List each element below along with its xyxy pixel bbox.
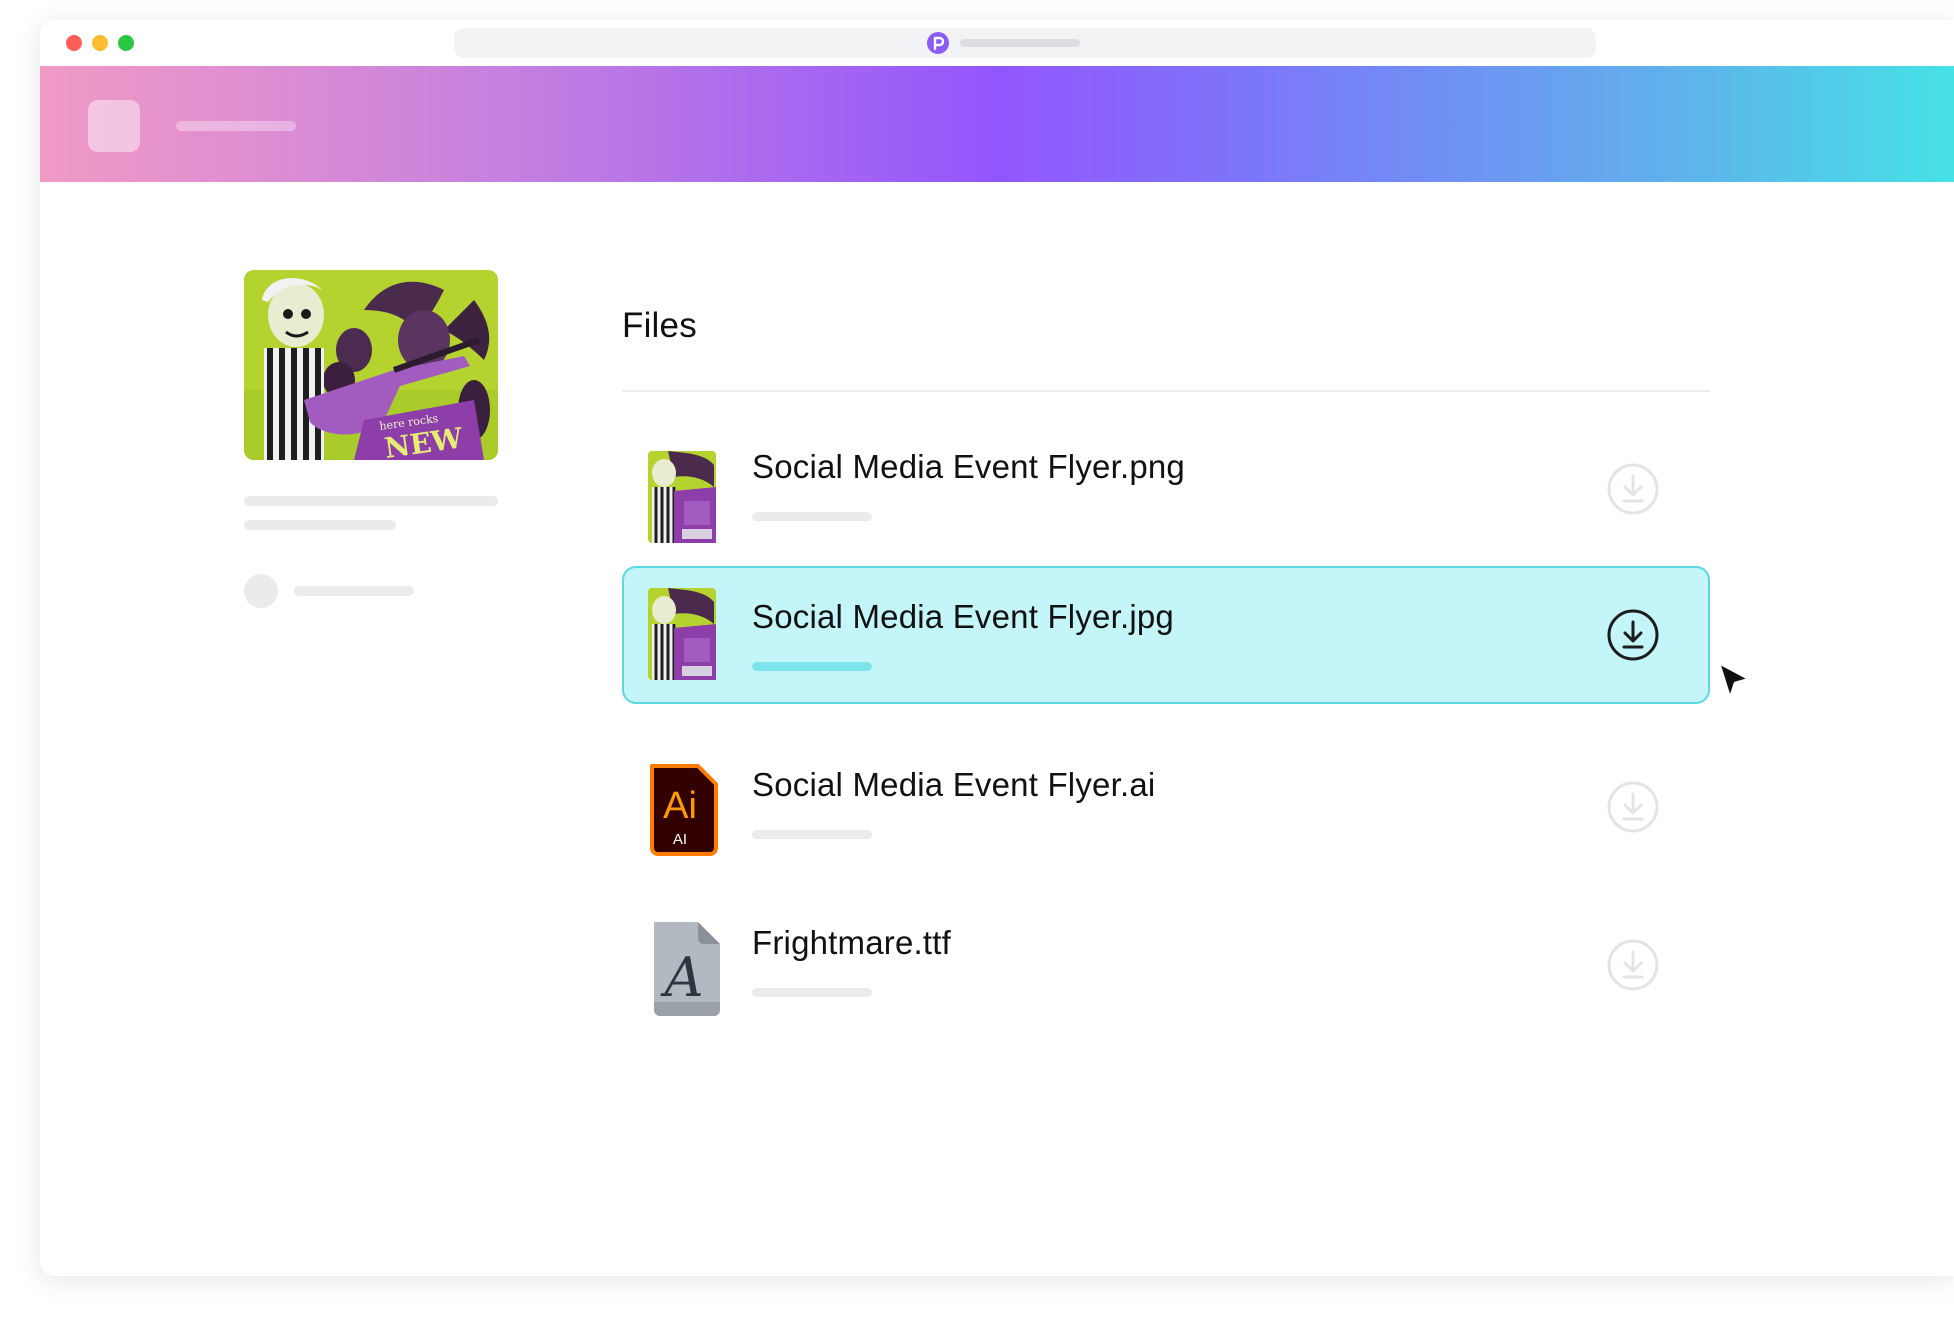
download-icon: [1607, 609, 1659, 661]
avatar[interactable]: [244, 574, 278, 608]
file-row-ai[interactable]: Ai AI Social Media Event Flyer.ai: [622, 736, 1710, 874]
image-thumbnail-icon: [644, 584, 720, 684]
download-icon: [1607, 781, 1659, 833]
browser-chrome: [40, 20, 1954, 66]
asset-subtitle-placeholder: [244, 520, 396, 530]
close-window-button[interactable]: [66, 35, 82, 51]
author-name-placeholder: [294, 586, 414, 596]
maximize-window-button[interactable]: [118, 35, 134, 51]
browser-window: here rocks NEW Files Social Media Event …: [40, 20, 1954, 1276]
url-placeholder: [960, 39, 1080, 47]
download-icon: [1607, 939, 1659, 991]
image-thumbnail-icon: [644, 447, 720, 547]
file-row-png[interactable]: Social Media Event Flyer.png: [622, 418, 1710, 556]
asset-title-placeholder: [244, 496, 498, 506]
file-size-placeholder: [752, 830, 872, 839]
asset-preview-image: here rocks NEW: [244, 270, 498, 460]
brand-title-placeholder: [176, 121, 296, 131]
address-bar[interactable]: [454, 28, 1596, 58]
download-button[interactable]: [1606, 780, 1660, 834]
download-button[interactable]: [1606, 938, 1660, 992]
brand-logo-placeholder[interactable]: [88, 100, 140, 152]
minimize-window-button[interactable]: [92, 35, 108, 51]
ai-icon-label: Ai: [663, 785, 697, 827]
illustrator-file-icon: Ai AI: [644, 760, 720, 860]
font-file-icon: A: [644, 918, 724, 1018]
files-divider: [622, 390, 1710, 392]
file-size-placeholder: [752, 512, 872, 521]
file-name[interactable]: Social Media Event Flyer.png: [752, 448, 1185, 486]
download-button[interactable]: [1606, 608, 1660, 662]
file-row-ttf[interactable]: A Frightmare.ttf: [622, 894, 1710, 1032]
brand-header-banner: [40, 66, 1954, 182]
site-favicon-icon: [927, 32, 949, 54]
file-name[interactable]: Social Media Event Flyer.ai: [752, 766, 1155, 804]
file-name[interactable]: Social Media Event Flyer.jpg: [752, 598, 1174, 636]
mouse-cursor-icon: [1716, 660, 1752, 702]
ai-icon-sublabel: AI: [673, 831, 687, 848]
file-size-placeholder: [752, 662, 872, 671]
font-icon-glyph: A: [660, 946, 704, 1009]
files-heading: Files: [622, 306, 697, 345]
file-name[interactable]: Frightmare.ttf: [752, 924, 951, 962]
download-button[interactable]: [1606, 462, 1660, 516]
file-row-jpg[interactable]: Social Media Event Flyer.jpg: [622, 566, 1710, 704]
download-icon: [1607, 463, 1659, 515]
file-size-placeholder: [752, 988, 872, 997]
